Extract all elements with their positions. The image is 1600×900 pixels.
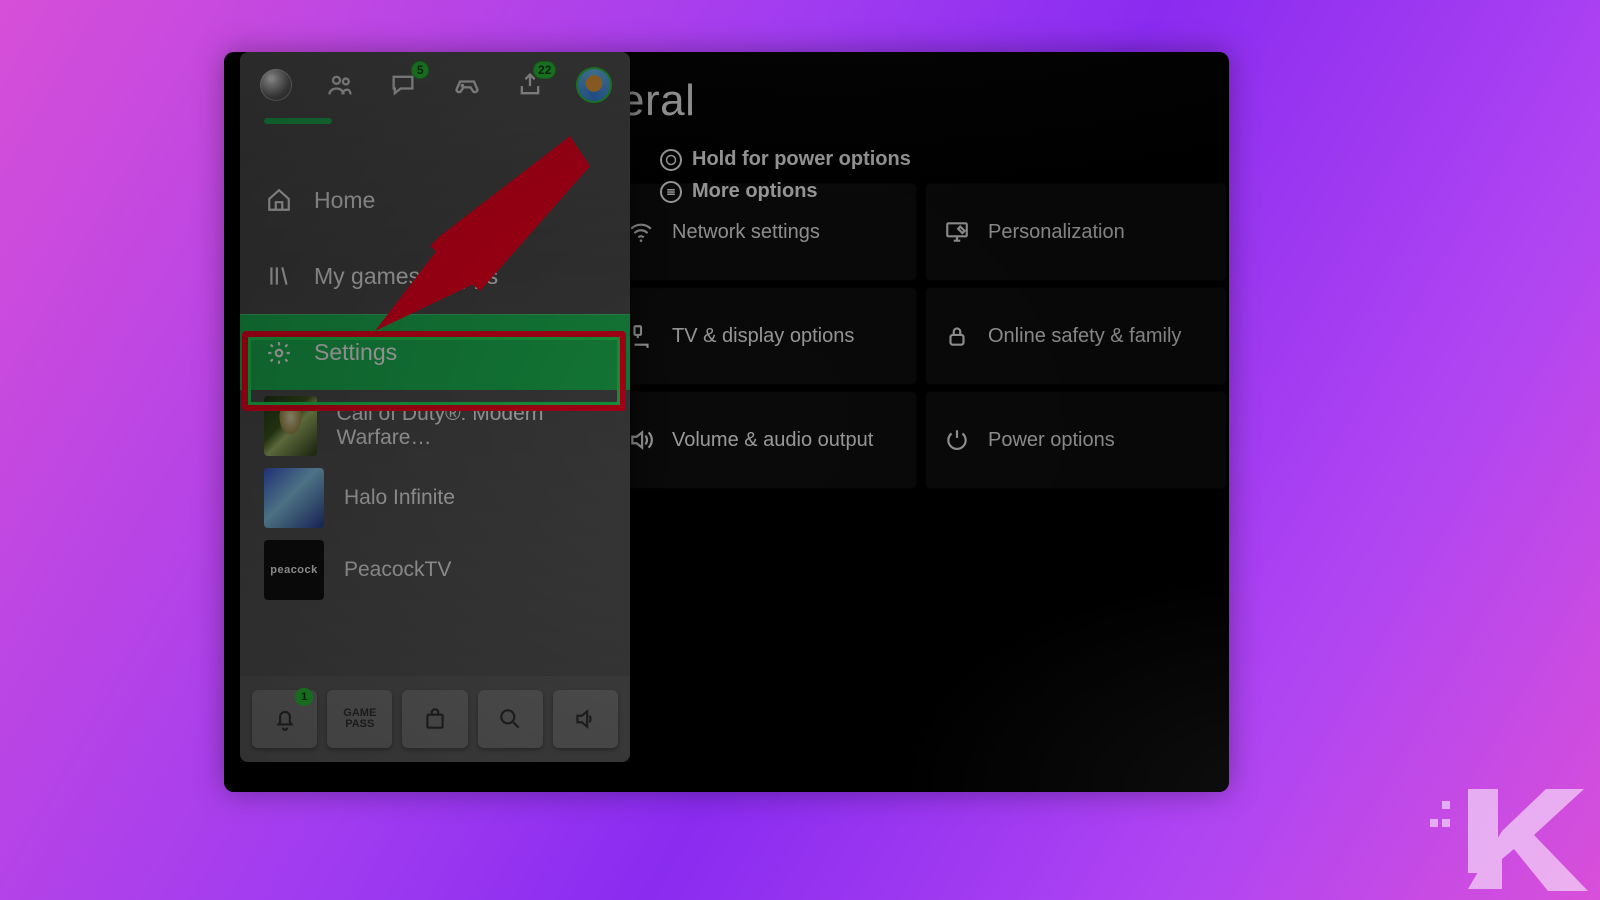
guide-tab-share[interactable]: 22: [510, 65, 550, 105]
recent-app-label: Call of Duty®: Modern Warfare…: [337, 402, 606, 450]
xbox-orb-icon: [260, 69, 292, 101]
power-recycle-icon: [944, 427, 970, 453]
recent-app-halo[interactable]: Halo Infinite: [240, 462, 630, 534]
tile-label: Volume & audio output: [672, 429, 873, 452]
guide-nav-home[interactable]: Home: [240, 162, 630, 238]
profile-avatar: [576, 67, 612, 103]
stage-background: eral Hold for power options More options…: [0, 0, 1600, 900]
store-icon: [422, 706, 448, 732]
recent-app-label: PeacockTV: [344, 558, 451, 582]
speaker-icon: [572, 706, 598, 732]
guide-tab-friends[interactable]: [320, 65, 360, 105]
lock-icon: [944, 323, 970, 349]
controller-icon: [453, 71, 481, 99]
tile-label: Power options: [988, 429, 1115, 452]
recent-app-thumb: [264, 396, 317, 456]
recent-app-label: Halo Infinite: [344, 486, 455, 510]
tile-personalization[interactable]: Personalization: [926, 184, 1226, 280]
recent-app-thumb: [264, 468, 324, 528]
footer-audio-button[interactable]: [553, 690, 618, 748]
chat-badge: 5: [411, 61, 429, 79]
power-hint-label: Hold for power options: [692, 148, 911, 171]
watermark-logo: [1424, 771, 1594, 896]
guide-nav-label: My games & apps: [314, 263, 498, 290]
share-badge: 22: [533, 61, 556, 79]
xbox-guide-panel: 5 22 Home My games & ap: [240, 52, 630, 762]
xbox-button-icon: [660, 149, 682, 171]
tile-power-options[interactable]: Power options: [926, 392, 1226, 488]
active-tab-indicator: [264, 118, 332, 124]
power-hint-row: Hold for power options: [660, 148, 911, 171]
home-icon: [264, 185, 294, 215]
guide-nav-library[interactable]: My games & apps: [240, 238, 630, 314]
recent-app-thumb: peacock: [264, 540, 324, 600]
recent-app-peacock[interactable]: peacock PeacockTV: [240, 534, 630, 606]
guide-body: Home My games & apps Settings Call of Du…: [240, 118, 630, 676]
guide-tab-profile[interactable]: [574, 65, 614, 105]
settings-tile-grid: Network settings Personalization TV & di…: [610, 184, 1226, 488]
page-title: eral: [620, 76, 695, 126]
tile-label: TV & display options: [672, 325, 854, 348]
tile-label: Network settings: [672, 221, 820, 244]
notifications-badge: 1: [295, 688, 313, 706]
tv-cable-icon: [628, 323, 654, 349]
recent-app-mw2[interactable]: Call of Duty®: Modern Warfare…: [240, 390, 630, 462]
guide-footer: 1 GAMEPASS: [240, 676, 630, 762]
footer-notifications-button[interactable]: 1: [252, 690, 317, 748]
guide-tab-xbox[interactable]: [256, 65, 296, 105]
gear-icon: [264, 338, 294, 368]
footer-search-button[interactable]: [478, 690, 543, 748]
bell-icon: [272, 706, 298, 732]
search-icon: [497, 706, 523, 732]
tile-label: Personalization: [988, 221, 1125, 244]
monitor-edit-icon: [944, 219, 970, 245]
tile-online-safety[interactable]: Online safety & family: [926, 288, 1226, 384]
guide-tab-games[interactable]: [447, 65, 487, 105]
speaker-icon: [628, 427, 654, 453]
friends-icon: [326, 71, 354, 99]
footer-gamepass-button[interactable]: GAMEPASS: [327, 690, 392, 748]
guide-nav-label: Settings: [314, 339, 397, 366]
guide-tab-chat[interactable]: 5: [383, 65, 423, 105]
tile-volume-audio[interactable]: Volume & audio output: [610, 392, 916, 488]
library-icon: [264, 261, 294, 291]
gamepass-label: GAMEPASS: [343, 708, 376, 730]
tile-tv-display[interactable]: TV & display options: [610, 288, 916, 384]
guide-nav-label: Home: [314, 187, 375, 214]
guide-tab-bar: 5 22: [240, 52, 630, 118]
footer-store-button[interactable]: [402, 690, 467, 748]
xbox-screen: eral Hold for power options More options…: [224, 52, 1229, 792]
tile-label: Online safety & family: [988, 325, 1181, 348]
wifi-icon: [628, 219, 654, 245]
tile-network-settings[interactable]: Network settings: [610, 184, 916, 280]
guide-nav-settings[interactable]: Settings: [240, 314, 630, 390]
